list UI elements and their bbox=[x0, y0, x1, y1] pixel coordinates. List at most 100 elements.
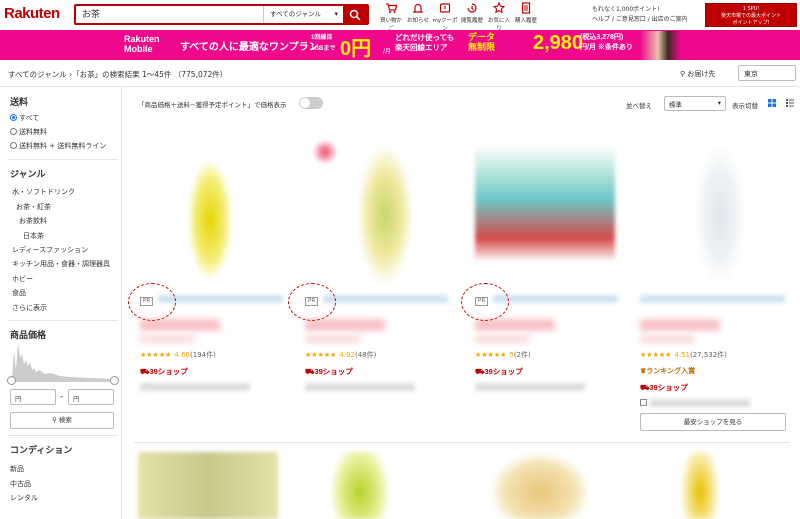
shop-name-blurred[interactable] bbox=[140, 383, 250, 391]
rating-value: 4.92 bbox=[339, 351, 355, 359]
banner-tagline: すべての人に最適なワンプラン bbox=[180, 42, 319, 53]
product-title-blurred[interactable] bbox=[323, 295, 448, 303]
genre-item[interactable]: 水・ソフトドリンク bbox=[12, 187, 75, 197]
banner-brand: Rakuten Mobile bbox=[124, 34, 160, 54]
banner-model-image bbox=[640, 31, 680, 60]
price-display-toggle[interactable] bbox=[299, 97, 323, 109]
review-count: (2件) bbox=[513, 351, 531, 359]
shop-badge: ⛟39ショップ bbox=[640, 382, 688, 393]
list-view-icon[interactable] bbox=[786, 99, 794, 107]
rating[interactable]: ★★★★★ 4.92(48件) bbox=[305, 350, 376, 360]
product-card[interactable]: PR ★★★★★ 5(2件) ⛟39ショップ bbox=[465, 125, 625, 435]
price-search-button[interactable]: ⚲ 検索 bbox=[10, 412, 114, 429]
sort-select[interactable]: 標準 bbox=[664, 96, 726, 111]
genre-item[interactable]: お茶飲料 bbox=[19, 216, 47, 226]
price-min-input[interactable]: 円 bbox=[10, 389, 56, 405]
genre-item[interactable]: 食品 bbox=[12, 288, 26, 298]
account-links[interactable]: もれなく1,000ポイント! ヘルプ / ご意見窓口 / 出店のご案内 bbox=[592, 5, 688, 25]
genre-item[interactable]: お茶・紅茶 bbox=[16, 202, 51, 212]
product-points-blurred bbox=[640, 335, 695, 343]
radio-icon[interactable] bbox=[10, 128, 17, 135]
nav-coupons[interactable]: myクーポン bbox=[432, 2, 458, 32]
shipping-option-free-line[interactable]: 送料無料 + 送料無料ライン bbox=[10, 141, 106, 151]
product-image[interactable] bbox=[300, 452, 440, 519]
points-campaign[interactable]: もれなく1,000ポイント! bbox=[592, 5, 688, 15]
nav-orders[interactable]: 購入履歴 bbox=[513, 2, 539, 32]
delivery-region-select[interactable]: 東京 bbox=[738, 65, 796, 81]
show-more-link[interactable]: さらに表示 bbox=[12, 303, 47, 313]
cart-icon bbox=[386, 3, 397, 13]
genre-item[interactable]: ホビー bbox=[12, 274, 33, 284]
product-image[interactable] bbox=[640, 130, 780, 285]
pr-highlight-circle bbox=[288, 283, 336, 321]
product-image[interactable] bbox=[138, 452, 278, 519]
breadcrumb[interactable]: すべてのジャンル ›「お茶」の検索結果 1〜45件 （775,072件） bbox=[8, 69, 227, 80]
rating[interactable]: ★★★★★ 4.66(194件) bbox=[140, 350, 216, 360]
shop-badge: ⛟39ショップ bbox=[475, 366, 523, 377]
nav-cart[interactable]: 買い物かご bbox=[378, 2, 404, 32]
mobile-banner[interactable]: Rakuten Mobile すべての人に最適なワンプラン 1回線目 1GBまで… bbox=[0, 30, 800, 60]
filter-sidebar: 送料 すべて 送料無料 送料無料 + 送料無料ライン ジャンル 水・ソフトドリン… bbox=[0, 87, 122, 519]
help-links[interactable]: ヘルプ / ご意見窓口 / 出店のご案内 bbox=[592, 15, 688, 25]
pin-icon: ⚲ bbox=[680, 70, 686, 78]
product-points-blurred bbox=[305, 335, 360, 343]
shipping-title: 送料 bbox=[10, 97, 29, 107]
rating[interactable]: ★★★★★ 4.51(27,532件) bbox=[640, 350, 727, 360]
pr-highlight-circle bbox=[461, 283, 509, 321]
condition-item[interactable]: レンタル bbox=[10, 493, 38, 503]
review-count: (48件) bbox=[354, 351, 377, 359]
genre-item[interactable]: キッチン用品・食器・調理器具 bbox=[12, 259, 110, 269]
nav-notifications[interactable]: お知らせ bbox=[405, 2, 431, 32]
grid-view-icon[interactable] bbox=[768, 99, 776, 107]
product-title-blurred[interactable] bbox=[158, 295, 283, 303]
pr-highlight-circle bbox=[128, 283, 176, 321]
cheapest-shop-button[interactable]: 最安ショップを見る bbox=[640, 413, 786, 431]
star-icons: ★★★★★ bbox=[640, 351, 672, 359]
shipping-option-label: すべて bbox=[19, 114, 40, 122]
shop-label: 39ショップ bbox=[149, 367, 188, 376]
radio-selected-icon[interactable] bbox=[10, 114, 17, 121]
search-button[interactable] bbox=[343, 6, 367, 23]
product-image[interactable] bbox=[140, 130, 280, 285]
search-input[interactable]: お茶 bbox=[76, 6, 263, 23]
shop-label: 39ショップ bbox=[314, 367, 353, 376]
product-image[interactable] bbox=[475, 130, 615, 285]
price-slider-track[interactable] bbox=[10, 380, 114, 382]
category-select[interactable]: すべてのジャンル bbox=[263, 6, 343, 23]
condition-item[interactable]: 中古品 bbox=[10, 479, 31, 489]
product-price-blurred bbox=[305, 319, 385, 331]
nav-history[interactable]: 閲覧履歴 bbox=[459, 2, 485, 32]
shipping-option-all[interactable]: すべて bbox=[10, 113, 39, 123]
product-image[interactable] bbox=[640, 452, 780, 519]
product-image[interactable] bbox=[305, 130, 445, 285]
nav-favorites[interactable]: お気に入り bbox=[486, 2, 512, 32]
header-nav: 買い物かご お知らせ myクーポン 閲覧履歴 お気に入り 購入履歴 bbox=[378, 2, 540, 32]
ranking-label: ランキング入賞 bbox=[646, 368, 696, 375]
ranking-badge[interactable]: ♛ランキング入賞 bbox=[640, 366, 695, 376]
rating[interactable]: ★★★★★ 5(2件) bbox=[475, 350, 531, 360]
product-image[interactable] bbox=[470, 452, 610, 519]
product-card[interactable]: PR ★★★★★ 4.66(194件) ⛟39ショップ bbox=[130, 125, 290, 435]
shop-name-blurred[interactable] bbox=[650, 399, 750, 407]
history-icon bbox=[467, 3, 477, 13]
condition-item[interactable]: 新品 bbox=[10, 464, 24, 474]
nav-orders-label: 購入履歴 bbox=[514, 18, 537, 24]
genre-item[interactable]: レディースファッション bbox=[12, 245, 88, 255]
product-title-blurred[interactable] bbox=[640, 295, 785, 303]
spu-promo[interactable]: 1 SPU! 楽天市場での最大ポイント ポイントアップ! bbox=[705, 3, 797, 27]
shop-name-blurred[interactable] bbox=[305, 383, 415, 391]
sort-label: 並べ替え bbox=[626, 102, 652, 110]
delivery-label-text: お届け先 bbox=[687, 70, 716, 78]
rakuten-logo[interactable]: Rakuten bbox=[4, 5, 60, 22]
genre-item[interactable]: 日本茶 bbox=[23, 231, 44, 241]
radio-icon[interactable] bbox=[10, 142, 17, 149]
shipping-option-free[interactable]: 送料無料 bbox=[10, 127, 47, 137]
product-card[interactable]: PR ★★★★★ 4.92(48件) ⛟39ショップ bbox=[295, 125, 455, 435]
price-slider-max-handle[interactable] bbox=[110, 376, 119, 385]
delivery-label: ⚲ お届け先 bbox=[680, 69, 715, 79]
product-title-blurred[interactable] bbox=[493, 295, 618, 303]
product-card[interactable]: ★★★★★ 4.51(27,532件) ♛ランキング入賞 ⛟39ショップ bbox=[630, 125, 790, 435]
price-slider-min-handle[interactable] bbox=[7, 376, 16, 385]
shop-name-blurred[interactable] bbox=[475, 383, 585, 391]
price-max-input[interactable]: 円 bbox=[68, 389, 114, 405]
